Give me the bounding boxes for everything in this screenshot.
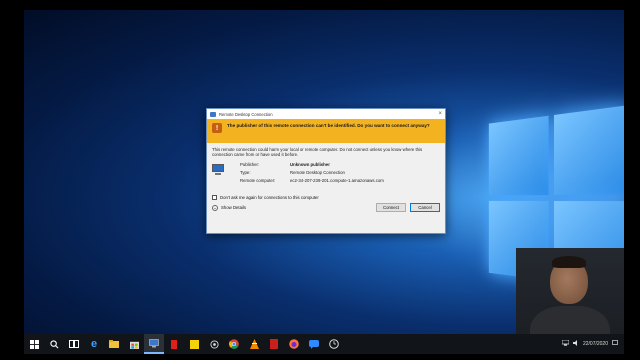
remote-computer-label: Remote computer: <box>240 178 276 183</box>
chat-app-icon[interactable] <box>304 334 324 354</box>
vlc-icon[interactable] <box>244 334 264 354</box>
dont-ask-row: Don't ask me again for connections to th… <box>207 183 445 200</box>
pdf-reader-icon[interactable] <box>264 334 284 354</box>
remote-computer-value: ec2-34-207-239-201.compute-1.amazonaws.c… <box>290 178 384 183</box>
computer-icon <box>212 164 226 176</box>
connection-details: Publisher: Unknown publisher Type: Remot… <box>207 157 445 183</box>
dialog-title: Remote Desktop Connection <box>219 111 273 117</box>
chevron-down-icon[interactable]: ⌄ <box>212 204 218 211</box>
firefox-icon[interactable] <box>284 334 304 354</box>
warning-banner: ! The publisher of this remote connectio… <box>207 119 445 143</box>
remote-desktop-icon[interactable] <box>144 334 164 354</box>
red-app-icon[interactable] <box>164 334 184 354</box>
chrome-icon[interactable] <box>224 334 244 354</box>
publisher-label: Publisher: <box>240 162 260 167</box>
dont-ask-checkbox[interactable] <box>212 195 217 200</box>
warning-message: The publisher of this remote connection … <box>227 123 430 128</box>
network-icon[interactable] <box>561 339 570 348</box>
cancel-button[interactable]: Cancel <box>410 203 440 212</box>
show-details-label[interactable]: Show Details <box>221 205 246 210</box>
camera-app-icon[interactable] <box>204 334 224 354</box>
file-explorer-icon[interactable] <box>104 334 124 354</box>
clock-app-icon[interactable] <box>324 334 344 354</box>
type-label: Type: <box>240 170 251 175</box>
dialog-footer: ⌄ Show Details Connect Cancel <box>207 200 445 212</box>
system-tray: 22/07/2020 <box>561 339 624 348</box>
search-icon[interactable] <box>44 334 64 354</box>
volume-icon[interactable] <box>572 340 579 348</box>
remote-desktop-icon <box>210 111 216 117</box>
dialog-titlebar[interactable]: Remote Desktop Connection × <box>207 109 445 119</box>
taskbar-date: 22/07/2020 <box>582 341 608 347</box>
start-button[interactable] <box>24 334 44 354</box>
type-value: Remote Desktop Connection <box>290 170 345 175</box>
connect-button[interactable]: Connect <box>376 203 406 212</box>
dialog-body-text: This remote connection could harm your l… <box>212 147 423 157</box>
dont-ask-label[interactable]: Don't ask me again for connections to th… <box>220 195 319 200</box>
details-grid: Publisher: Unknown publisher Type: Remot… <box>240 162 384 183</box>
dialog-buttons: Connect Cancel <box>376 203 440 212</box>
taskbar-clock[interactable]: 22/07/2020 <box>583 341 608 347</box>
taskbar: e 22/07/2020 <box>24 334 624 354</box>
warning-shield-icon: ! <box>212 123 222 133</box>
close-icon[interactable]: × <box>438 111 442 117</box>
sticky-notes-icon[interactable] <box>184 334 204 354</box>
presenter-hair <box>552 256 586 268</box>
notification-icon[interactable] <box>612 340 618 348</box>
publisher-value: Unknown publisher <box>290 162 330 167</box>
remote-desktop-dialog: Remote Desktop Connection × ! The publis… <box>206 108 446 234</box>
store-icon[interactable] <box>124 334 144 354</box>
edge-icon[interactable]: e <box>84 334 104 354</box>
task-view-icon[interactable] <box>64 334 84 354</box>
show-details-toggle[interactable]: ⌄ Show Details <box>212 204 246 211</box>
